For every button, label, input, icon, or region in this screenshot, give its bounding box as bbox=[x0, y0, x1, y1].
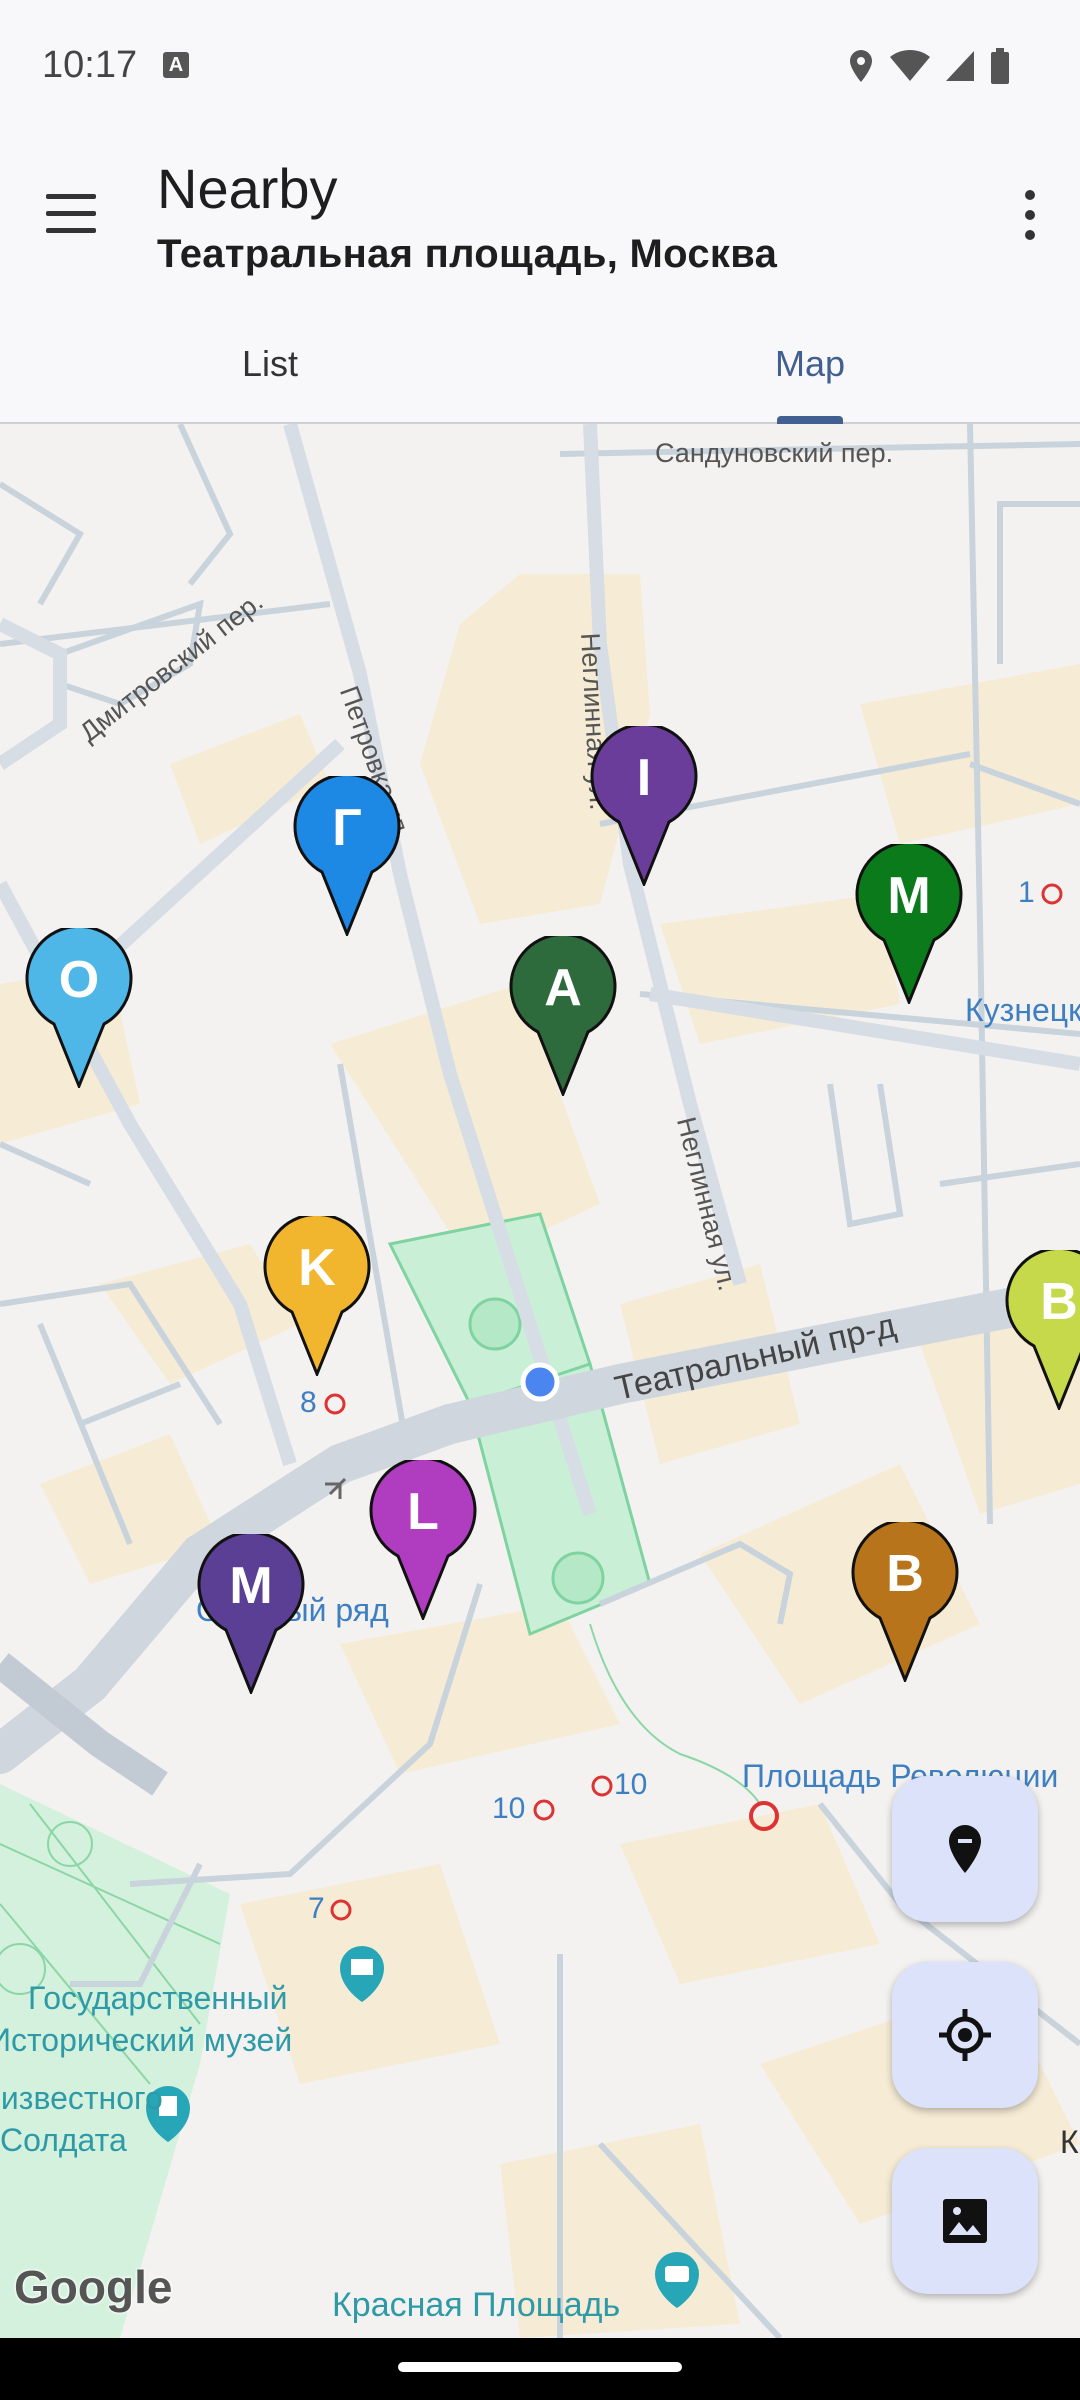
tab-list[interactable]: List bbox=[0, 312, 540, 424]
status-icons bbox=[846, 46, 1010, 86]
navigation-bar bbox=[0, 2338, 1080, 2400]
pin-icon bbox=[949, 1825, 981, 1873]
more-vert-icon bbox=[1025, 190, 1035, 200]
street-label: Сандуновский пер. bbox=[655, 438, 894, 468]
poi-label: Красная Площадь bbox=[332, 2286, 621, 2324]
battery-icon bbox=[991, 48, 1009, 84]
more-options-button[interactable] bbox=[1020, 190, 1040, 240]
image-icon bbox=[943, 2199, 987, 2243]
map-view[interactable]: Сандуновский пер. Дмитровский пер. Петро… bbox=[0, 424, 1080, 2338]
status-time: 10:17 bbox=[42, 44, 138, 86]
gesture-handle[interactable] bbox=[398, 2362, 682, 2372]
status-bar: 10:17 A bbox=[0, 0, 1080, 132]
map-pin[interactable]: B bbox=[850, 1522, 960, 1682]
my-location-icon bbox=[939, 2009, 991, 2061]
menu-button[interactable] bbox=[46, 194, 96, 234]
location-subtitle: Театральная площадь, Москва bbox=[157, 232, 778, 276]
metro-number: 7 bbox=[308, 1892, 325, 1925]
map-pin[interactable]: I bbox=[589, 726, 699, 886]
add-pin-button[interactable] bbox=[892, 1776, 1038, 1922]
poi-label: Государственный bbox=[28, 1980, 288, 2016]
page-title: Nearby bbox=[157, 157, 338, 220]
map-pin[interactable]: B bbox=[1004, 1250, 1080, 1410]
menu-icon bbox=[46, 194, 96, 199]
location-icon bbox=[850, 50, 872, 82]
poi-label: Исторический музей bbox=[0, 2022, 293, 2058]
map-pin[interactable]: M bbox=[196, 1534, 306, 1694]
map-pin[interactable]: Г bbox=[292, 776, 402, 936]
map-pin[interactable]: A bbox=[508, 936, 618, 1096]
a-letter-icon: A bbox=[163, 52, 189, 78]
image-button[interactable] bbox=[892, 2148, 1038, 2294]
poi-label: Неизвестного bbox=[0, 2080, 163, 2116]
map-pin[interactable]: O bbox=[24, 928, 134, 1088]
my-location-button[interactable] bbox=[892, 1962, 1038, 2108]
metro-number: 1 bbox=[1018, 876, 1035, 909]
tab-bar: List Map bbox=[0, 312, 1080, 424]
map-pin[interactable]: M bbox=[854, 844, 964, 1004]
map-pin[interactable]: L bbox=[368, 1460, 478, 1620]
metro-number: 8 bbox=[300, 1386, 317, 1419]
google-attribution: Google bbox=[14, 2261, 173, 2313]
map-pin[interactable]: K bbox=[262, 1216, 372, 1376]
metro-number: 10 bbox=[492, 1792, 526, 1825]
app-bar: Nearby Театральная площадь, Москва bbox=[0, 132, 1080, 312]
metro-number: 10 bbox=[614, 1768, 648, 1801]
tab-map[interactable]: Map bbox=[540, 312, 1080, 424]
street-label: Кузнецк bbox=[965, 992, 1080, 1028]
poi-label: Солдата bbox=[0, 2122, 127, 2158]
signal-icon bbox=[946, 51, 974, 81]
wifi-icon bbox=[890, 49, 930, 81]
tab-indicator bbox=[777, 416, 843, 424]
street-label: К bbox=[1060, 2124, 1079, 2160]
